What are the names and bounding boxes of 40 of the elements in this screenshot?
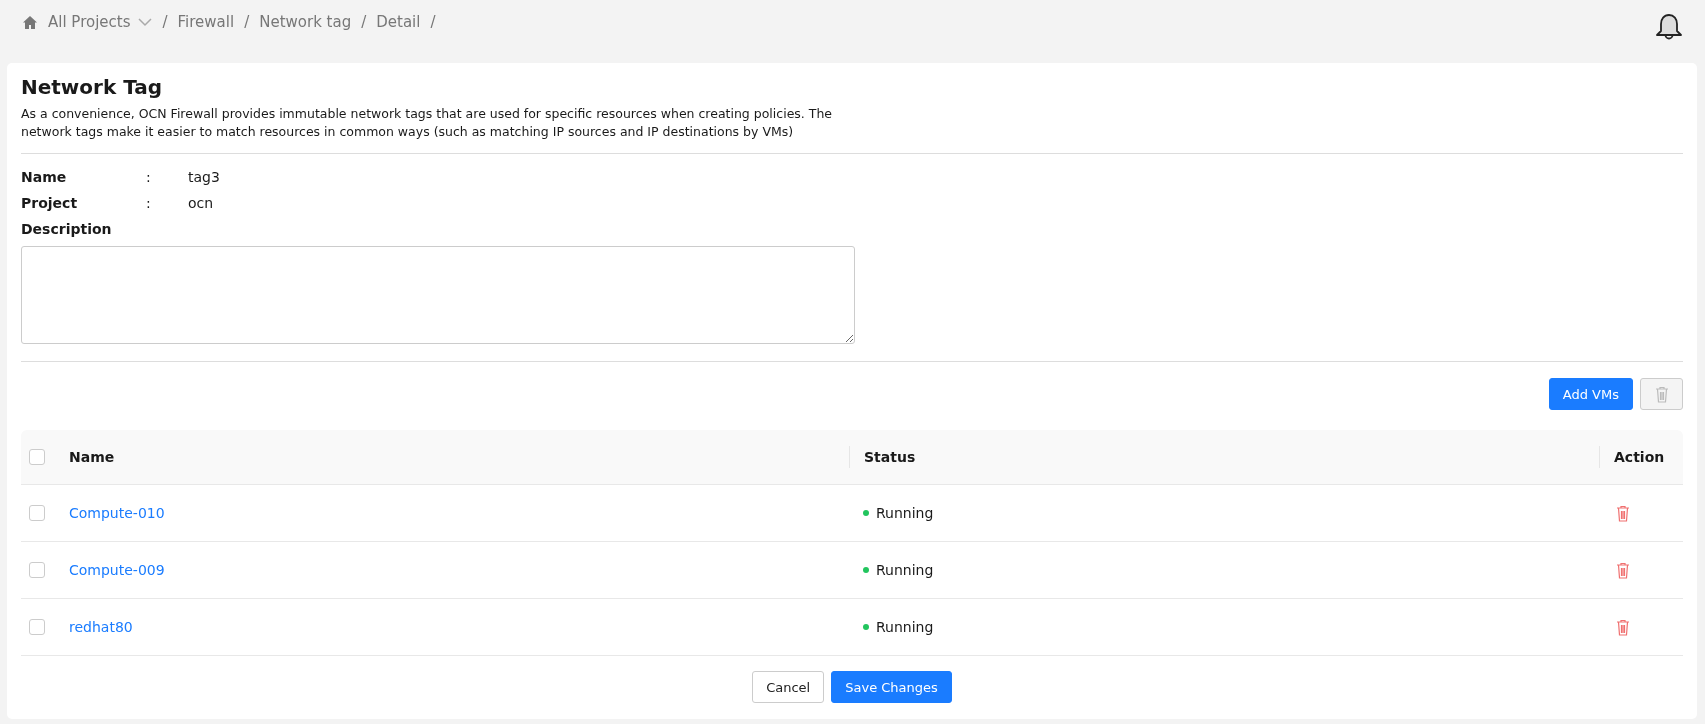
field-colon: : [146,169,152,185]
add-vms-button[interactable]: Add VMs [1548,378,1633,410]
column-header: Status [849,446,1599,468]
description-field[interactable] [21,246,855,344]
cancel-button[interactable]: Cancel [752,671,825,703]
trash-icon [1616,504,1630,522]
trash-icon [1616,618,1630,636]
save-changes-button[interactable]: Save Changes [831,671,952,703]
breadcrumb-separator: / [162,13,168,31]
field-label: Description [21,221,113,237]
status-text: Running [876,505,934,521]
breadcrumb-separator: / [244,13,250,31]
vm-name-link[interactable]: Compute-010 [69,505,165,521]
status-text: Running [876,562,934,578]
vm-name-link[interactable]: Compute-009 [69,562,165,578]
breadcrumb-dropdown[interactable]: All Projects [48,13,153,31]
row-checkbox[interactable] [29,505,45,521]
trash-icon [1616,561,1630,579]
vm-name-link[interactable]: redhat80 [69,619,133,635]
row-checkbox[interactable] [29,562,45,578]
home-icon[interactable] [22,14,38,30]
field-value: tag3 [188,169,221,185]
field-value: ocn [188,195,215,211]
field-colon: : [146,195,152,211]
chevron-down-icon[interactable] [136,17,153,27]
page-title: Network Tag [21,75,164,99]
breadcrumb-link[interactable]: Detail [376,13,421,31]
row-checkbox[interactable] [29,619,45,635]
select-all-checkbox[interactable] [29,449,45,465]
column-header: Action [1599,446,1683,468]
breadcrumb-separator: / [430,13,436,31]
breadcrumb-link[interactable]: Firewall [177,13,235,31]
column-header: Name [69,448,116,467]
page-description: As a convenience, OCN Firewall provides immutable network tags that are used for specific resources when creating policies. The network tags make it easier to match resources in common ways (such as matching IP sources and IP destinations by VMs) [21,105,834,141]
field-label: Name [21,169,68,185]
status-text: Running [876,619,934,635]
breadcrumb-link[interactable]: Network tag [259,13,352,31]
breadcrumb-separator: / [361,13,367,31]
field-label: Project [21,195,79,211]
trash-icon [1654,385,1669,403]
